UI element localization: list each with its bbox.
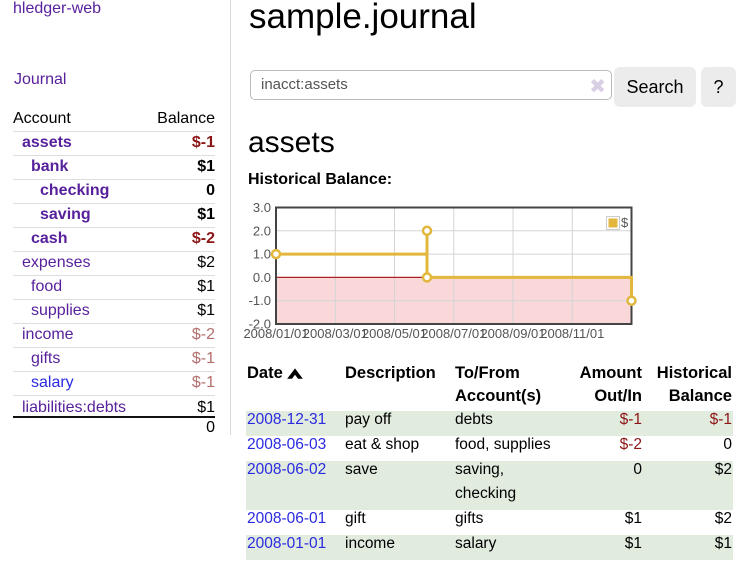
svg-text:1.0: 1.0 [253,247,271,262]
svg-text:-1.0: -1.0 [249,293,271,308]
svg-text:2008/01/01: 2008/01/01 [243,326,308,341]
svg-text:3.0: 3.0 [253,200,271,215]
svg-text:2.0: 2.0 [253,223,271,238]
svg-text:2008/03/01: 2008/03/01 [303,326,368,341]
svg-text:0.0: 0.0 [253,270,271,285]
svg-text:2008/09/01: 2008/09/01 [480,326,545,341]
svg-text:2008/05/01: 2008/05/01 [362,326,427,341]
svg-text:2008/11/01: 2008/11/01 [540,326,604,341]
svg-text:$: $ [621,215,629,230]
svg-text:2008/07/01: 2008/07/01 [421,326,486,341]
